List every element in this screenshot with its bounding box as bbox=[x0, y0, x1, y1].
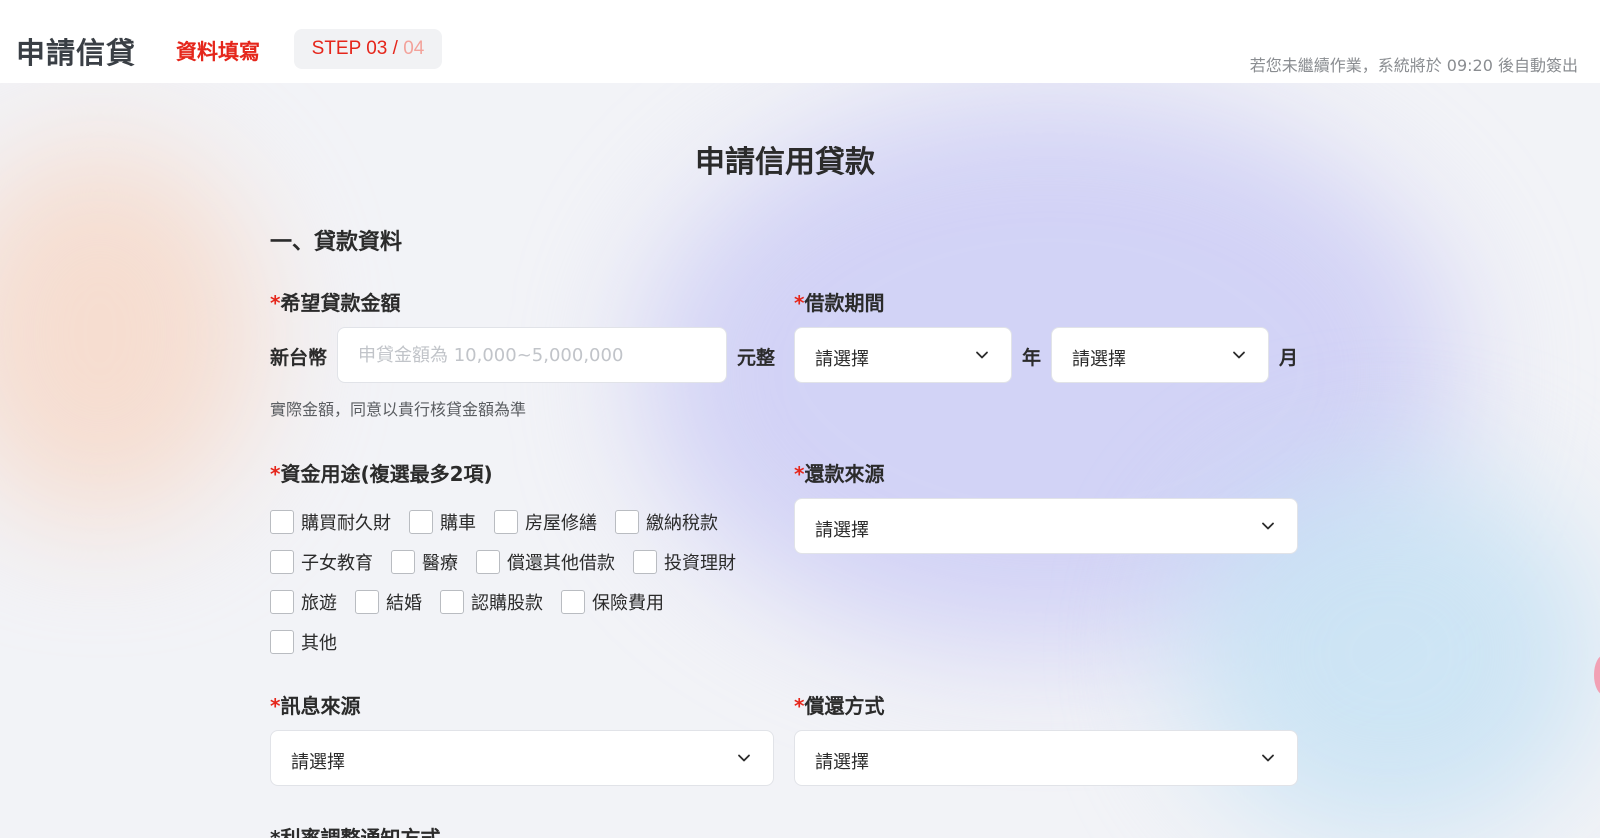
period-year-value: 請選擇 bbox=[815, 349, 869, 370]
period-label: *借款期間 bbox=[794, 287, 884, 316]
checkbox-box[interactable] bbox=[440, 590, 464, 614]
checkbox-label: 其他 bbox=[301, 633, 337, 654]
info-source-label: *訊息來源 bbox=[270, 690, 360, 719]
required-mark: * bbox=[794, 291, 805, 315]
purpose-label: *資金用途(複選最多2項) bbox=[270, 458, 493, 487]
purpose-checkbox-car[interactable]: 購車 bbox=[409, 509, 476, 535]
purpose-checkbox-other[interactable]: 其他 bbox=[270, 629, 337, 655]
checkbox-label: 認購股款 bbox=[471, 593, 543, 614]
checkbox-label: 結婚 bbox=[386, 593, 422, 614]
section-title: 一、貸款資料 bbox=[270, 230, 403, 255]
repay-source-value: 請選擇 bbox=[815, 520, 869, 541]
checkbox-box[interactable] bbox=[561, 590, 585, 614]
purpose-checkbox-tax[interactable]: 繳納稅款 bbox=[615, 509, 718, 535]
info-source-value: 請選擇 bbox=[291, 752, 345, 773]
required-mark: * bbox=[794, 694, 805, 718]
repay-source-label-text: 還款來源 bbox=[804, 462, 885, 486]
purpose-checkbox-stock[interactable]: 認購股款 bbox=[440, 589, 543, 615]
period-year-select[interactable]: 請選擇 bbox=[794, 327, 1012, 383]
checkbox-row: 購買耐久財 購車 房屋修繕 繳納稅款 bbox=[270, 502, 770, 542]
checkbox-box[interactable] bbox=[494, 510, 518, 534]
purpose-checkbox-investment[interactable]: 投資理財 bbox=[633, 549, 736, 575]
auto-logout-notice: 若您未繼續作業，系統將於 09:20 後自動簽出 bbox=[1249, 56, 1578, 75]
checkbox-box[interactable] bbox=[270, 590, 294, 614]
required-mark: * bbox=[270, 826, 281, 838]
purpose-checkbox-education[interactable]: 子女教育 bbox=[270, 549, 373, 575]
checkbox-label: 醫療 bbox=[422, 553, 458, 574]
checkbox-label: 投資理財 bbox=[664, 553, 736, 574]
checkbox-box[interactable] bbox=[355, 590, 379, 614]
brand-title: 申請信貸 bbox=[16, 36, 137, 70]
purpose-checkbox-renovation[interactable]: 房屋修繕 bbox=[494, 509, 597, 535]
checkbox-box[interactable] bbox=[633, 550, 657, 574]
amount-note: 實際金額，同意以貴行核貸金額為準 bbox=[270, 400, 527, 419]
required-mark: * bbox=[270, 462, 281, 486]
checkbox-row: 其他 bbox=[270, 622, 770, 662]
top-header: 申請信貸 資料填寫 STEP 03 / 04 若您未繼續作業，系統將於 09:2… bbox=[0, 0, 1600, 83]
checkbox-label: 保險費用 bbox=[592, 593, 664, 614]
step-indicator: STEP 03 / 04 bbox=[294, 29, 442, 69]
loan-amount-input[interactable] bbox=[337, 327, 727, 383]
page-title: 申請信用貸款 bbox=[695, 145, 875, 180]
checkbox-row: 旅遊 結婚 認購股款 保險費用 bbox=[270, 582, 770, 622]
checkbox-label: 旅遊 bbox=[301, 593, 337, 614]
chevron-down-icon bbox=[738, 754, 750, 762]
required-mark: * bbox=[270, 291, 281, 315]
purpose-checkbox-group: 購買耐久財 購車 房屋修繕 繳納稅款 子女教育 醫療 償還其他借款 投資理財 旅… bbox=[270, 502, 770, 662]
period-label-text: 借款期間 bbox=[804, 291, 885, 315]
repay-source-label: *還款來源 bbox=[794, 458, 884, 487]
chevron-down-icon bbox=[1233, 351, 1245, 359]
amount-prefix: 新台幣 bbox=[270, 347, 328, 369]
rate-notice-label-text: 利率調整通知方式 bbox=[280, 826, 441, 838]
purpose-checkbox-medical[interactable]: 醫療 bbox=[391, 549, 458, 575]
period-year-unit: 年 bbox=[1022, 347, 1042, 369]
chevron-down-icon bbox=[976, 351, 988, 359]
checkbox-label: 繳納稅款 bbox=[646, 513, 718, 534]
repay-method-value: 請選擇 bbox=[815, 752, 869, 773]
checkbox-row: 子女教育 醫療 償還其他借款 投資理財 bbox=[270, 542, 770, 582]
checkbox-label: 購買耐久財 bbox=[301, 513, 391, 534]
step-total: 04 bbox=[403, 38, 425, 59]
amount-label: *希望貸款金額 bbox=[270, 287, 400, 316]
purpose-label-text: 資金用途(複選最多2項) bbox=[280, 462, 493, 486]
checkbox-box[interactable] bbox=[270, 550, 294, 574]
repay-method-label: *償還方式 bbox=[794, 690, 884, 719]
step-separator: / bbox=[387, 38, 404, 59]
info-source-label-text: 訊息來源 bbox=[280, 694, 361, 718]
chevron-down-icon bbox=[1262, 754, 1274, 762]
checkbox-box[interactable] bbox=[615, 510, 639, 534]
required-mark: * bbox=[794, 462, 805, 486]
checkbox-label: 償還其他借款 bbox=[507, 553, 615, 574]
checkbox-box[interactable] bbox=[476, 550, 500, 574]
repay-method-select[interactable]: 請選擇 bbox=[794, 730, 1298, 786]
checkbox-box[interactable] bbox=[270, 510, 294, 534]
checkbox-box[interactable] bbox=[270, 630, 294, 654]
required-mark: * bbox=[270, 694, 281, 718]
repay-source-select[interactable]: 請選擇 bbox=[794, 498, 1298, 554]
purpose-checkbox-insurance[interactable]: 保險費用 bbox=[561, 589, 664, 615]
repay-method-label-text: 償還方式 bbox=[804, 694, 885, 718]
amount-suffix: 元整 bbox=[737, 347, 776, 369]
period-month-value: 請選擇 bbox=[1072, 349, 1126, 370]
purpose-checkbox-wedding[interactable]: 結婚 bbox=[355, 589, 422, 615]
checkbox-label: 子女教育 bbox=[301, 553, 373, 574]
checkbox-label: 購車 bbox=[440, 513, 476, 534]
purpose-checkbox-durable-goods[interactable]: 購買耐久財 bbox=[270, 509, 391, 535]
checkbox-box[interactable] bbox=[409, 510, 433, 534]
chevron-down-icon bbox=[1262, 522, 1274, 530]
period-month-unit: 月 bbox=[1279, 347, 1299, 369]
info-source-select[interactable]: 請選擇 bbox=[270, 730, 774, 786]
purpose-checkbox-travel[interactable]: 旅遊 bbox=[270, 589, 337, 615]
step-current: STEP 03 bbox=[311, 38, 388, 59]
period-month-select[interactable]: 請選擇 bbox=[1051, 327, 1269, 383]
background-blob-peach bbox=[0, 143, 260, 523]
purpose-checkbox-repay-other[interactable]: 償還其他借款 bbox=[476, 549, 615, 575]
checkbox-box[interactable] bbox=[391, 550, 415, 574]
rate-notice-label: *利率調整通知方式 bbox=[270, 822, 440, 838]
step-title: 資料填寫 bbox=[176, 40, 260, 64]
amount-label-text: 希望貸款金額 bbox=[280, 291, 401, 315]
checkbox-label: 房屋修繕 bbox=[525, 513, 597, 534]
